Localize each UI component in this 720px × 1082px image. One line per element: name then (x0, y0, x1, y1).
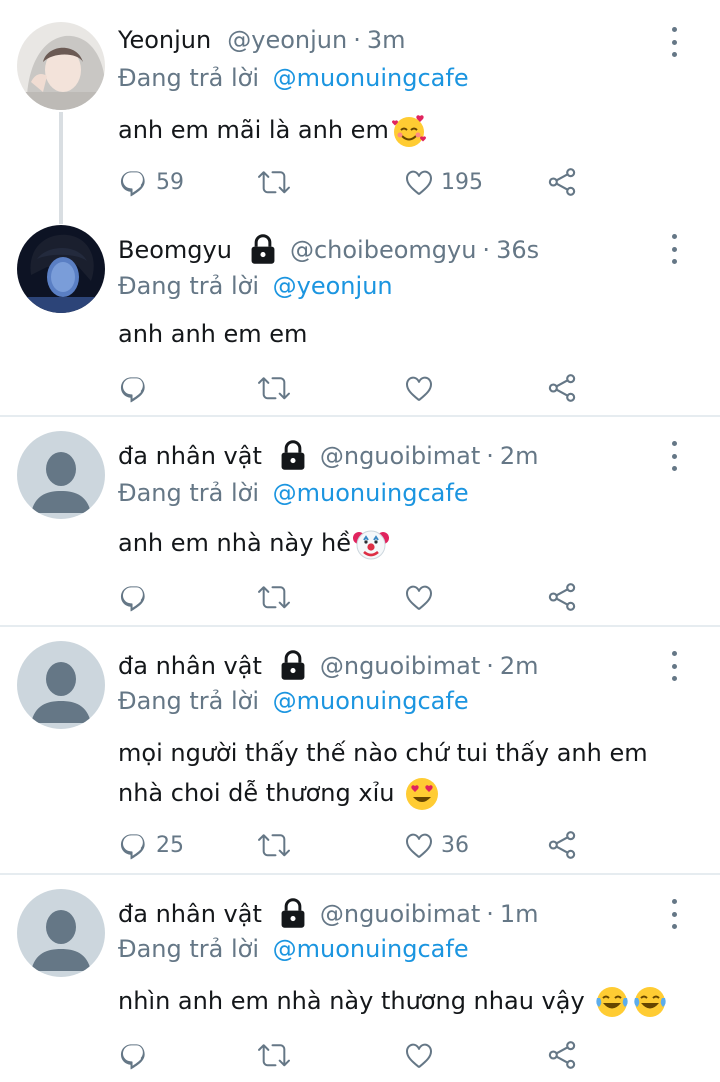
share-icon (546, 372, 578, 404)
share-icon (546, 581, 578, 613)
user-handle[interactable]: @nguoibimat (320, 900, 480, 928)
more-options-icon[interactable] (666, 651, 682, 681)
tweet-4[interactable]: đa nhân vật @nguoibimat · 2m Đang trả lờ… (0, 627, 720, 873)
retweet-icon (258, 372, 290, 404)
mention-link[interactable]: @yeonjun (273, 272, 393, 300)
timestamp[interactable]: 1m (500, 900, 539, 928)
tweet-text: anh em nhà này hề (118, 523, 688, 563)
tweet-text: nhìn anh em nhà này thương nhau vậy (118, 981, 688, 1021)
action-bar (118, 1037, 588, 1073)
default-avatar[interactable] (17, 641, 105, 729)
share-button[interactable] (546, 370, 578, 406)
like-icon (403, 1039, 435, 1071)
default-avatar[interactable] (17, 431, 105, 519)
share-icon (546, 829, 578, 861)
tweet-5[interactable]: đa nhân vật @nguoibimat · 1m Đang trả lờ… (0, 875, 720, 1082)
retweet-button[interactable] (258, 827, 290, 863)
display-name[interactable]: Beomgyu (118, 236, 232, 264)
lock-icon (248, 234, 278, 266)
user-handle[interactable]: @nguoibimat (320, 652, 480, 680)
like-icon (403, 372, 435, 404)
reply-count: 25 (156, 832, 184, 858)
clown-face-icon (353, 526, 390, 562)
like-button[interactable] (403, 370, 435, 406)
action-bar: 25 36 (118, 827, 588, 863)
tweet-3[interactable]: đa nhân vật @nguoibimat · 2m Đang trả lờ… (0, 417, 720, 625)
replying-to-label: Đang trả lời (118, 935, 260, 963)
retweet-button[interactable] (258, 579, 290, 615)
tweet-text-content: anh em nhà này hề (118, 529, 352, 557)
reply-icon (118, 829, 150, 861)
tweet-text-line-1: mọi người thấy thế nào chứ tui thấy anh … (118, 739, 648, 767)
like-count: 36 (441, 832, 469, 858)
reply-button[interactable] (118, 1037, 150, 1073)
tweet-text-content: nhìn anh em nhà này thương nhau vậy (118, 987, 585, 1015)
separator: · (482, 236, 491, 264)
like-button[interactable] (403, 579, 435, 615)
reply-icon (118, 372, 150, 404)
like-button[interactable]: 36 (403, 827, 469, 863)
separator: · (486, 442, 494, 470)
user-handle[interactable]: @nguoibimat (320, 442, 480, 470)
name-row: Beomgyu @choibeomgyu · 36s (118, 232, 539, 268)
more-options-icon[interactable] (666, 234, 682, 264)
display-name[interactable]: đa nhân vật (118, 652, 262, 680)
timestamp[interactable]: 2m (500, 442, 539, 470)
share-button[interactable] (546, 1037, 578, 1073)
replying-to: Đang trả lời @muonuingcafe (118, 935, 469, 963)
like-button[interactable] (403, 1037, 435, 1073)
replying-to-label: Đang trả lời (118, 479, 260, 507)
action-bar (118, 579, 588, 615)
heart-eyes-icon (404, 776, 440, 812)
lock-icon (278, 440, 308, 472)
like-icon (403, 829, 435, 861)
mention-link[interactable]: @muonuingcafe (273, 687, 469, 715)
tears-of-joy-icon (594, 984, 630, 1020)
name-row: đa nhân vật @nguoibimat · 2m (118, 648, 539, 684)
lock-icon (278, 650, 308, 682)
tweet-text-content: anh anh em em (118, 320, 308, 348)
avatar[interactable] (17, 225, 105, 313)
retweet-button[interactable] (258, 370, 290, 406)
tears-of-joy-icon (632, 984, 668, 1020)
retweet-icon (258, 1039, 290, 1071)
tweet-text: mọi người thấy thế nào chứ tui thấy anh … (118, 733, 688, 813)
name-row: đa nhân vật @nguoibimat · 2m (118, 438, 539, 474)
retweet-button[interactable] (258, 1037, 290, 1073)
replying-to-label: Đang trả lời (118, 272, 260, 300)
tweet-text-line-2: nhà choi dễ thương xỉu (118, 779, 395, 807)
reply-button[interactable] (118, 579, 150, 615)
display-name[interactable]: đa nhân vật (118, 442, 262, 470)
reply-button[interactable]: 25 (118, 827, 184, 863)
replying-to: Đang trả lời @muonuingcafe (118, 687, 469, 715)
retweet-icon (258, 581, 290, 613)
more-options-icon[interactable] (666, 899, 682, 929)
share-button[interactable] (546, 827, 578, 863)
reply-button[interactable] (118, 370, 150, 406)
share-button[interactable] (546, 579, 578, 615)
reply-icon (118, 1039, 150, 1071)
tweet-2[interactable]: Beomgyu @choibeomgyu · 36s Đang trả lời … (0, 0, 720, 414)
separator: · (486, 652, 494, 680)
timestamp[interactable]: 2m (500, 652, 539, 680)
share-icon (546, 1039, 578, 1071)
mention-link[interactable]: @muonuingcafe (273, 935, 469, 963)
replying-to: Đang trả lời @muonuingcafe (118, 479, 469, 507)
reply-icon (118, 581, 150, 613)
more-options-icon[interactable] (666, 441, 682, 471)
display-name[interactable]: đa nhân vật (118, 900, 262, 928)
action-bar (118, 370, 588, 406)
mention-link[interactable]: @muonuingcafe (273, 479, 469, 507)
replying-to-label: Đang trả lời (118, 687, 260, 715)
retweet-icon (258, 829, 290, 861)
lock-icon (278, 898, 308, 930)
default-avatar[interactable] (17, 889, 105, 977)
separator: · (486, 900, 494, 928)
like-icon (403, 581, 435, 613)
tweet-text: anh anh em em (118, 314, 688, 354)
timestamp[interactable]: 36s (496, 236, 539, 264)
name-row: đa nhân vật @nguoibimat · 1m (118, 896, 539, 932)
replying-to: Đang trả lời @yeonjun (118, 272, 393, 300)
user-handle[interactable]: @choibeomgyu (290, 236, 476, 264)
